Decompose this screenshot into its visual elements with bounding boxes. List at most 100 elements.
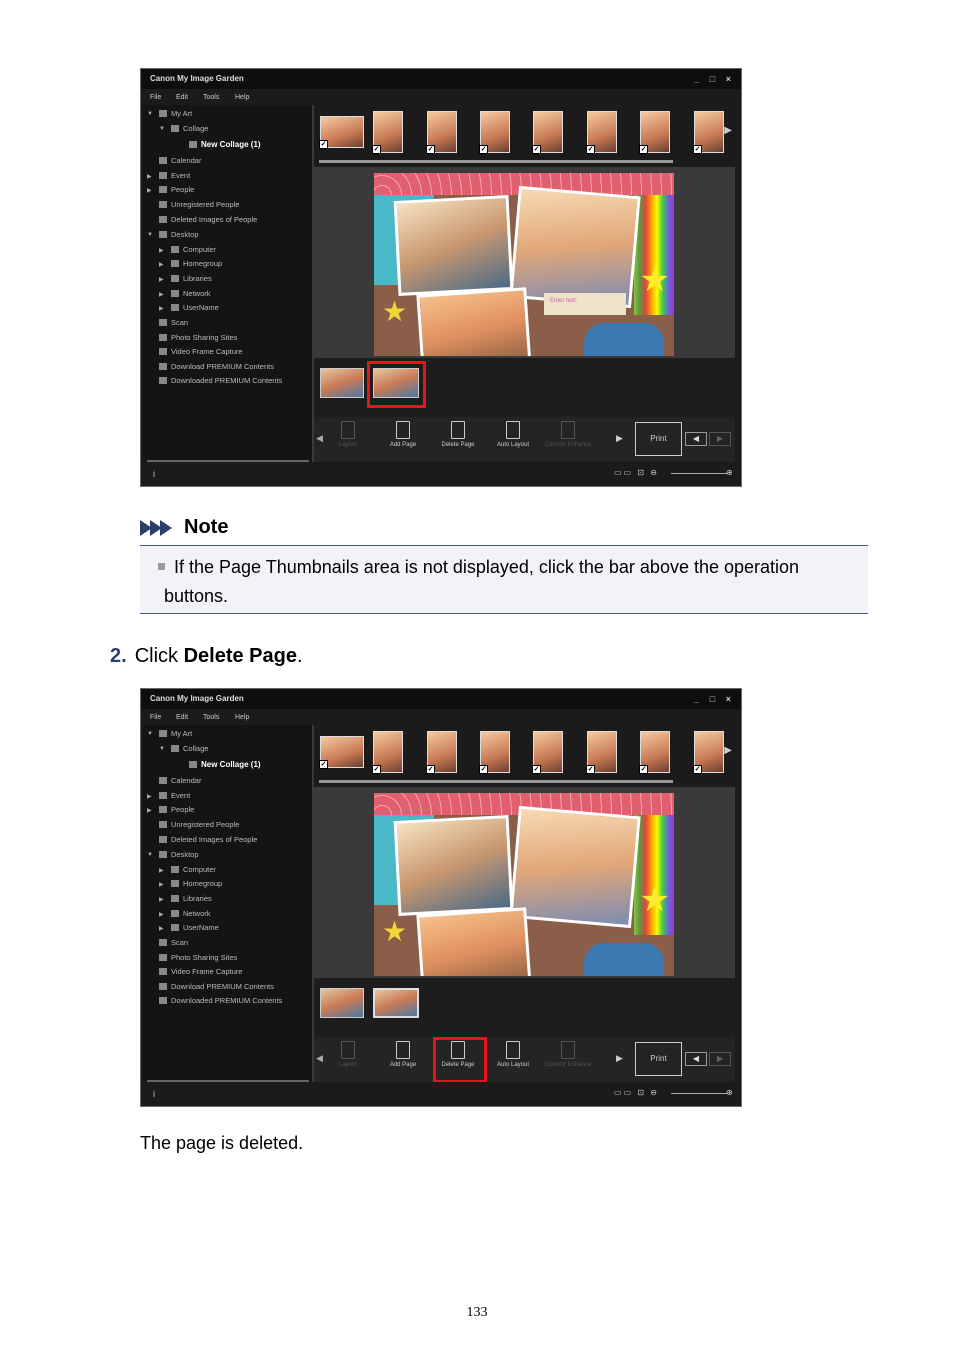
collage-page[interactable]: Enter text. ★ ★ <box>374 173 674 356</box>
print-button[interactable]: Print <box>635 1042 682 1076</box>
sidebar-item[interactable]: Collage <box>171 124 208 134</box>
checkbox[interactable]: ✓ <box>639 145 648 154</box>
page-thumbnail-1[interactable] <box>320 988 364 1018</box>
prev-page-button[interactable]: ◀ <box>685 1052 707 1066</box>
checkbox[interactable]: ✓ <box>532 145 541 154</box>
expand-toggle-icon[interactable]: ▶ <box>147 793 152 800</box>
photo-frame[interactable] <box>393 195 514 296</box>
image-thumbnail[interactable]: ✓ <box>586 111 617 154</box>
expand-toggle-icon[interactable]: ▶ <box>159 291 164 298</box>
checkbox[interactable]: ✓ <box>319 760 328 769</box>
sidebar-item[interactable]: Unregistered People <box>159 200 239 210</box>
auto-layout-button[interactable]: Auto Layout <box>487 1041 539 1069</box>
photo-frame[interactable] <box>416 287 532 356</box>
image-thumbnail[interactable]: ✓ <box>586 731 617 774</box>
sidebar-item[interactable]: Desktop <box>159 230 199 240</box>
expand-toggle-icon[interactable]: ▶ <box>159 925 164 932</box>
menu-help[interactable]: Help <box>235 94 249 101</box>
image-thumbnail[interactable]: ✓ <box>319 736 364 769</box>
image-thumbnail[interactable]: ✓ <box>693 111 724 154</box>
sidebar-item[interactable]: Scan <box>159 938 188 948</box>
collage-page[interactable]: ★ ★ <box>374 793 674 976</box>
expand-toggle-icon[interactable]: ▼ <box>147 111 153 117</box>
prev-page-button[interactable]: ◀ <box>685 432 707 446</box>
image-thumbnail[interactable]: ✓ <box>532 111 563 154</box>
sidebar-item[interactable]: Calendar <box>159 156 201 166</box>
sidebar-item[interactable]: UserName <box>171 303 219 313</box>
checkbox[interactable]: ✓ <box>532 765 541 774</box>
sidebar-item[interactable]: Deleted Images of People <box>159 215 257 225</box>
window-controls[interactable]: _ □ × <box>694 74 735 84</box>
sidebar-item[interactable]: UserName <box>171 923 219 933</box>
checkbox[interactable]: ✓ <box>693 145 702 154</box>
zoom-slider[interactable] <box>671 1093 727 1094</box>
zoom-slider[interactable] <box>671 473 727 474</box>
zoom-in-icon[interactable]: ⊕ <box>726 468 735 477</box>
sidebar-item[interactable]: Downloaded PREMIUM Contents <box>159 376 282 386</box>
expand-toggle-icon[interactable]: ▼ <box>147 852 153 858</box>
menu-tools[interactable]: Tools <box>203 94 219 101</box>
sidebar-item[interactable]: Photo Sharing Sites <box>159 953 237 963</box>
add-page-button[interactable]: Add Page <box>377 421 429 449</box>
info-icon[interactable]: i <box>153 469 155 479</box>
scroll-right-icon[interactable]: ▶ <box>724 745 732 756</box>
expand-toggle-icon[interactable]: ▶ <box>159 896 164 903</box>
checkbox[interactable]: ✓ <box>372 145 381 154</box>
checkbox[interactable]: ✓ <box>479 145 488 154</box>
photo-frame[interactable] <box>509 185 641 309</box>
sidebar-item[interactable]: Scan <box>159 318 188 328</box>
sidebar-item[interactable]: Computer <box>171 245 216 255</box>
sidebar-item[interactable]: Video Frame Capture <box>159 347 243 357</box>
expand-toggle-icon[interactable]: ▶ <box>159 305 164 312</box>
sidebar-item[interactable]: Deleted Images of People <box>159 835 257 845</box>
sidebar-item[interactable]: People <box>159 185 194 195</box>
sidebar-item[interactable]: Photo Sharing Sites <box>159 333 237 343</box>
image-thumbnail[interactable]: ✓ <box>372 111 403 154</box>
sidebar-item[interactable]: My Art <box>159 109 192 119</box>
sidebar-item[interactable]: Homegroup <box>171 879 222 889</box>
sidebar-item[interactable]: New Collage (1) <box>189 760 261 770</box>
thumbnail-scrollbar[interactable] <box>319 160 673 163</box>
auto-layout-button[interactable]: Auto Layout <box>487 421 539 449</box>
view-mode-icons[interactable]: ▭▭ ⊡ ⊖ <box>614 468 659 477</box>
sidebar-item[interactable]: Event <box>159 791 190 801</box>
sidebar-item[interactable]: Computer <box>171 865 216 875</box>
scroll-right-icon[interactable]: ▶ <box>616 433 623 444</box>
expand-toggle-icon[interactable]: ▶ <box>159 261 164 268</box>
layout-button[interactable]: Layout <box>322 1041 374 1069</box>
expand-toggle-icon[interactable]: ▶ <box>159 247 164 254</box>
print-button[interactable]: Print <box>635 422 682 456</box>
sidebar-item[interactable]: Desktop <box>159 850 199 860</box>
sidebar-item[interactable]: Unregistered People <box>159 820 239 830</box>
sidebar-item[interactable]: New Collage (1) <box>189 140 261 150</box>
scroll-right-icon[interactable]: ▶ <box>616 1053 623 1064</box>
scroll-right-icon[interactable]: ▶ <box>724 125 732 136</box>
expand-toggle-icon[interactable]: ▶ <box>159 276 164 283</box>
image-thumbnail[interactable]: ✓ <box>639 111 670 154</box>
expand-toggle-icon[interactable]: ▶ <box>147 173 152 180</box>
checkbox[interactable]: ✓ <box>372 765 381 774</box>
image-thumbnail[interactable]: ✓ <box>693 731 724 774</box>
sidebar-item[interactable]: Network <box>171 909 211 919</box>
add-page-button[interactable]: Add Page <box>377 1041 429 1069</box>
checkbox[interactable]: ✓ <box>319 140 328 149</box>
expand-toggle-icon[interactable]: ▼ <box>159 746 165 752</box>
sidebar-item[interactable]: People <box>159 805 194 815</box>
image-thumbnail[interactable]: ✓ <box>639 731 670 774</box>
image-thumbnail[interactable]: ✓ <box>532 731 563 774</box>
expand-toggle-icon[interactable]: ▶ <box>159 911 164 918</box>
next-page-button[interactable]: ▶ <box>709 432 731 446</box>
sidebar-item[interactable]: Download PREMIUM Contents <box>159 982 274 992</box>
menu-edit[interactable]: Edit <box>176 94 188 101</box>
page-thumbnail-2[interactable] <box>373 988 419 1018</box>
view-mode-icons[interactable]: ▭▭ ⊡ ⊖ <box>614 1088 659 1097</box>
menu-tools[interactable]: Tools <box>203 714 219 721</box>
expand-toggle-icon[interactable]: ▶ <box>147 807 152 814</box>
sidebar-item[interactable]: Video Frame Capture <box>159 967 243 977</box>
sidebar-item[interactable]: Downloaded PREMIUM Contents <box>159 996 282 1006</box>
menu-edit[interactable]: Edit <box>176 714 188 721</box>
sidebar-item[interactable]: Download PREMIUM Contents <box>159 362 274 372</box>
expand-toggle-icon[interactable]: ▼ <box>159 126 165 132</box>
image-thumbnail[interactable]: ✓ <box>426 111 457 154</box>
sidebar-item[interactable]: Calendar <box>159 776 201 786</box>
